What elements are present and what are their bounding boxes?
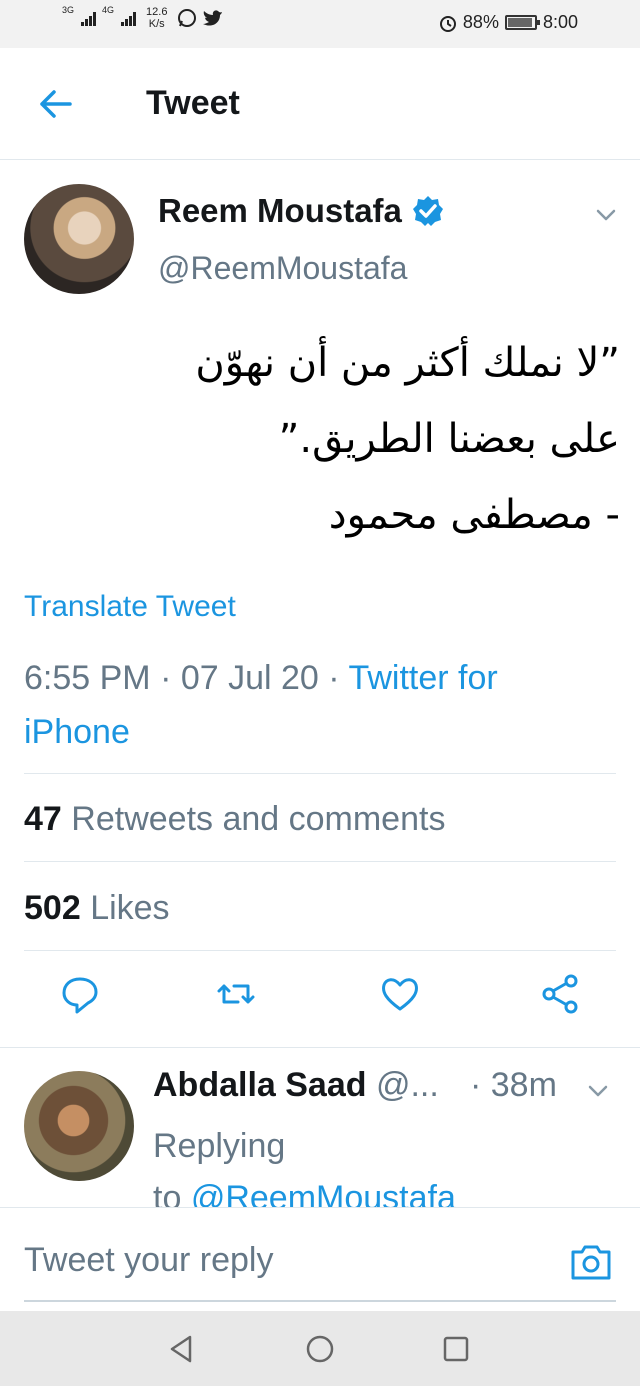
retweets-label: Retweets and comments (71, 800, 446, 838)
likes-stat[interactable]: 502 Likes (24, 889, 170, 928)
tweet-meta: 6:55 PM · 07 Jul 20 · Twitter for iPhone (24, 651, 604, 759)
network-speed-value: 12.6 (146, 6, 168, 18)
page-title: Tweet (146, 84, 240, 122)
divider (24, 950, 616, 951)
app-header: Tweet (0, 48, 640, 160)
author-name[interactable]: Reem Moustafa (158, 192, 444, 230)
network-label-3g: 3G (62, 5, 75, 15)
network-label-4g: 4G (102, 5, 115, 15)
reply-input[interactable]: Tweet your reply (24, 1241, 273, 1280)
reply-author-avatar[interactable] (24, 1071, 134, 1181)
reply-time: · 38m (470, 1066, 557, 1104)
arrow-left-icon[interactable] (36, 84, 76, 124)
section-divider (0, 1047, 640, 1048)
translate-tweet-link[interactable]: Translate Tweet (24, 590, 236, 624)
likes-label: Likes (90, 889, 170, 927)
tweet-timestamp: 6:55 PM · 07 Jul 20 · (24, 659, 349, 697)
author-name-text: Reem Moustafa (158, 192, 402, 229)
divider (24, 861, 616, 862)
battery-icon (504, 15, 540, 30)
back-triangle-icon[interactable] (166, 1333, 198, 1365)
chevron-down-icon[interactable] (586, 1079, 610, 1103)
network-speed: 12.6 K/s (146, 6, 167, 30)
share-icon[interactable] (538, 972, 582, 1016)
status-bar: 3G 4G 12.6 K/s 88% 8:00 (0, 0, 640, 48)
tweet-actions (0, 972, 640, 1028)
alarm-icon (439, 15, 456, 32)
like-icon[interactable] (378, 972, 422, 1016)
reply-author[interactable]: Abdalla Saad @... (153, 1066, 439, 1105)
reply-composer: Tweet your reply (0, 1207, 640, 1311)
retweets-stat[interactable]: 47 Retweets and comments (24, 800, 445, 839)
reply-input-underline (24, 1300, 616, 1302)
likes-count: 502 (24, 889, 81, 927)
author-avatar[interactable] (24, 184, 134, 294)
tweet-text: ”لا نملك أكثر من أن نهوّن على بعضنا الطر… (195, 340, 620, 538)
verified-badge-icon (412, 196, 443, 226)
reply-icon[interactable] (58, 972, 102, 1016)
divider (24, 773, 616, 774)
recents-square-icon[interactable] (440, 1333, 472, 1365)
signal-icon (81, 10, 97, 26)
author-handle[interactable]: @ReemMoustafa (158, 250, 407, 287)
reply-author-name: Abdalla Saad (153, 1066, 367, 1104)
system-nav-bar (0, 1311, 640, 1386)
status-right: 88% 8:00 (439, 12, 578, 33)
signal-icon-2 (121, 10, 137, 26)
home-circle-icon[interactable] (304, 1333, 336, 1365)
network-speed-unit: K/s (148, 18, 165, 30)
replying-prefix: Replying (153, 1127, 286, 1165)
twitter-bird-icon (203, 10, 223, 26)
camera-icon[interactable] (569, 1242, 613, 1282)
whatsapp-icon (178, 9, 197, 27)
status-left: 3G 4G 12.6 K/s (62, 6, 223, 30)
reply-author-handle: @... (375, 1066, 439, 1104)
retweets-count: 47 (24, 800, 62, 838)
clock: 8:00 (542, 12, 578, 32)
retweet-icon[interactable] (214, 972, 258, 1016)
chevron-down-icon[interactable] (594, 203, 618, 227)
battery-percent: 88% (462, 12, 499, 32)
